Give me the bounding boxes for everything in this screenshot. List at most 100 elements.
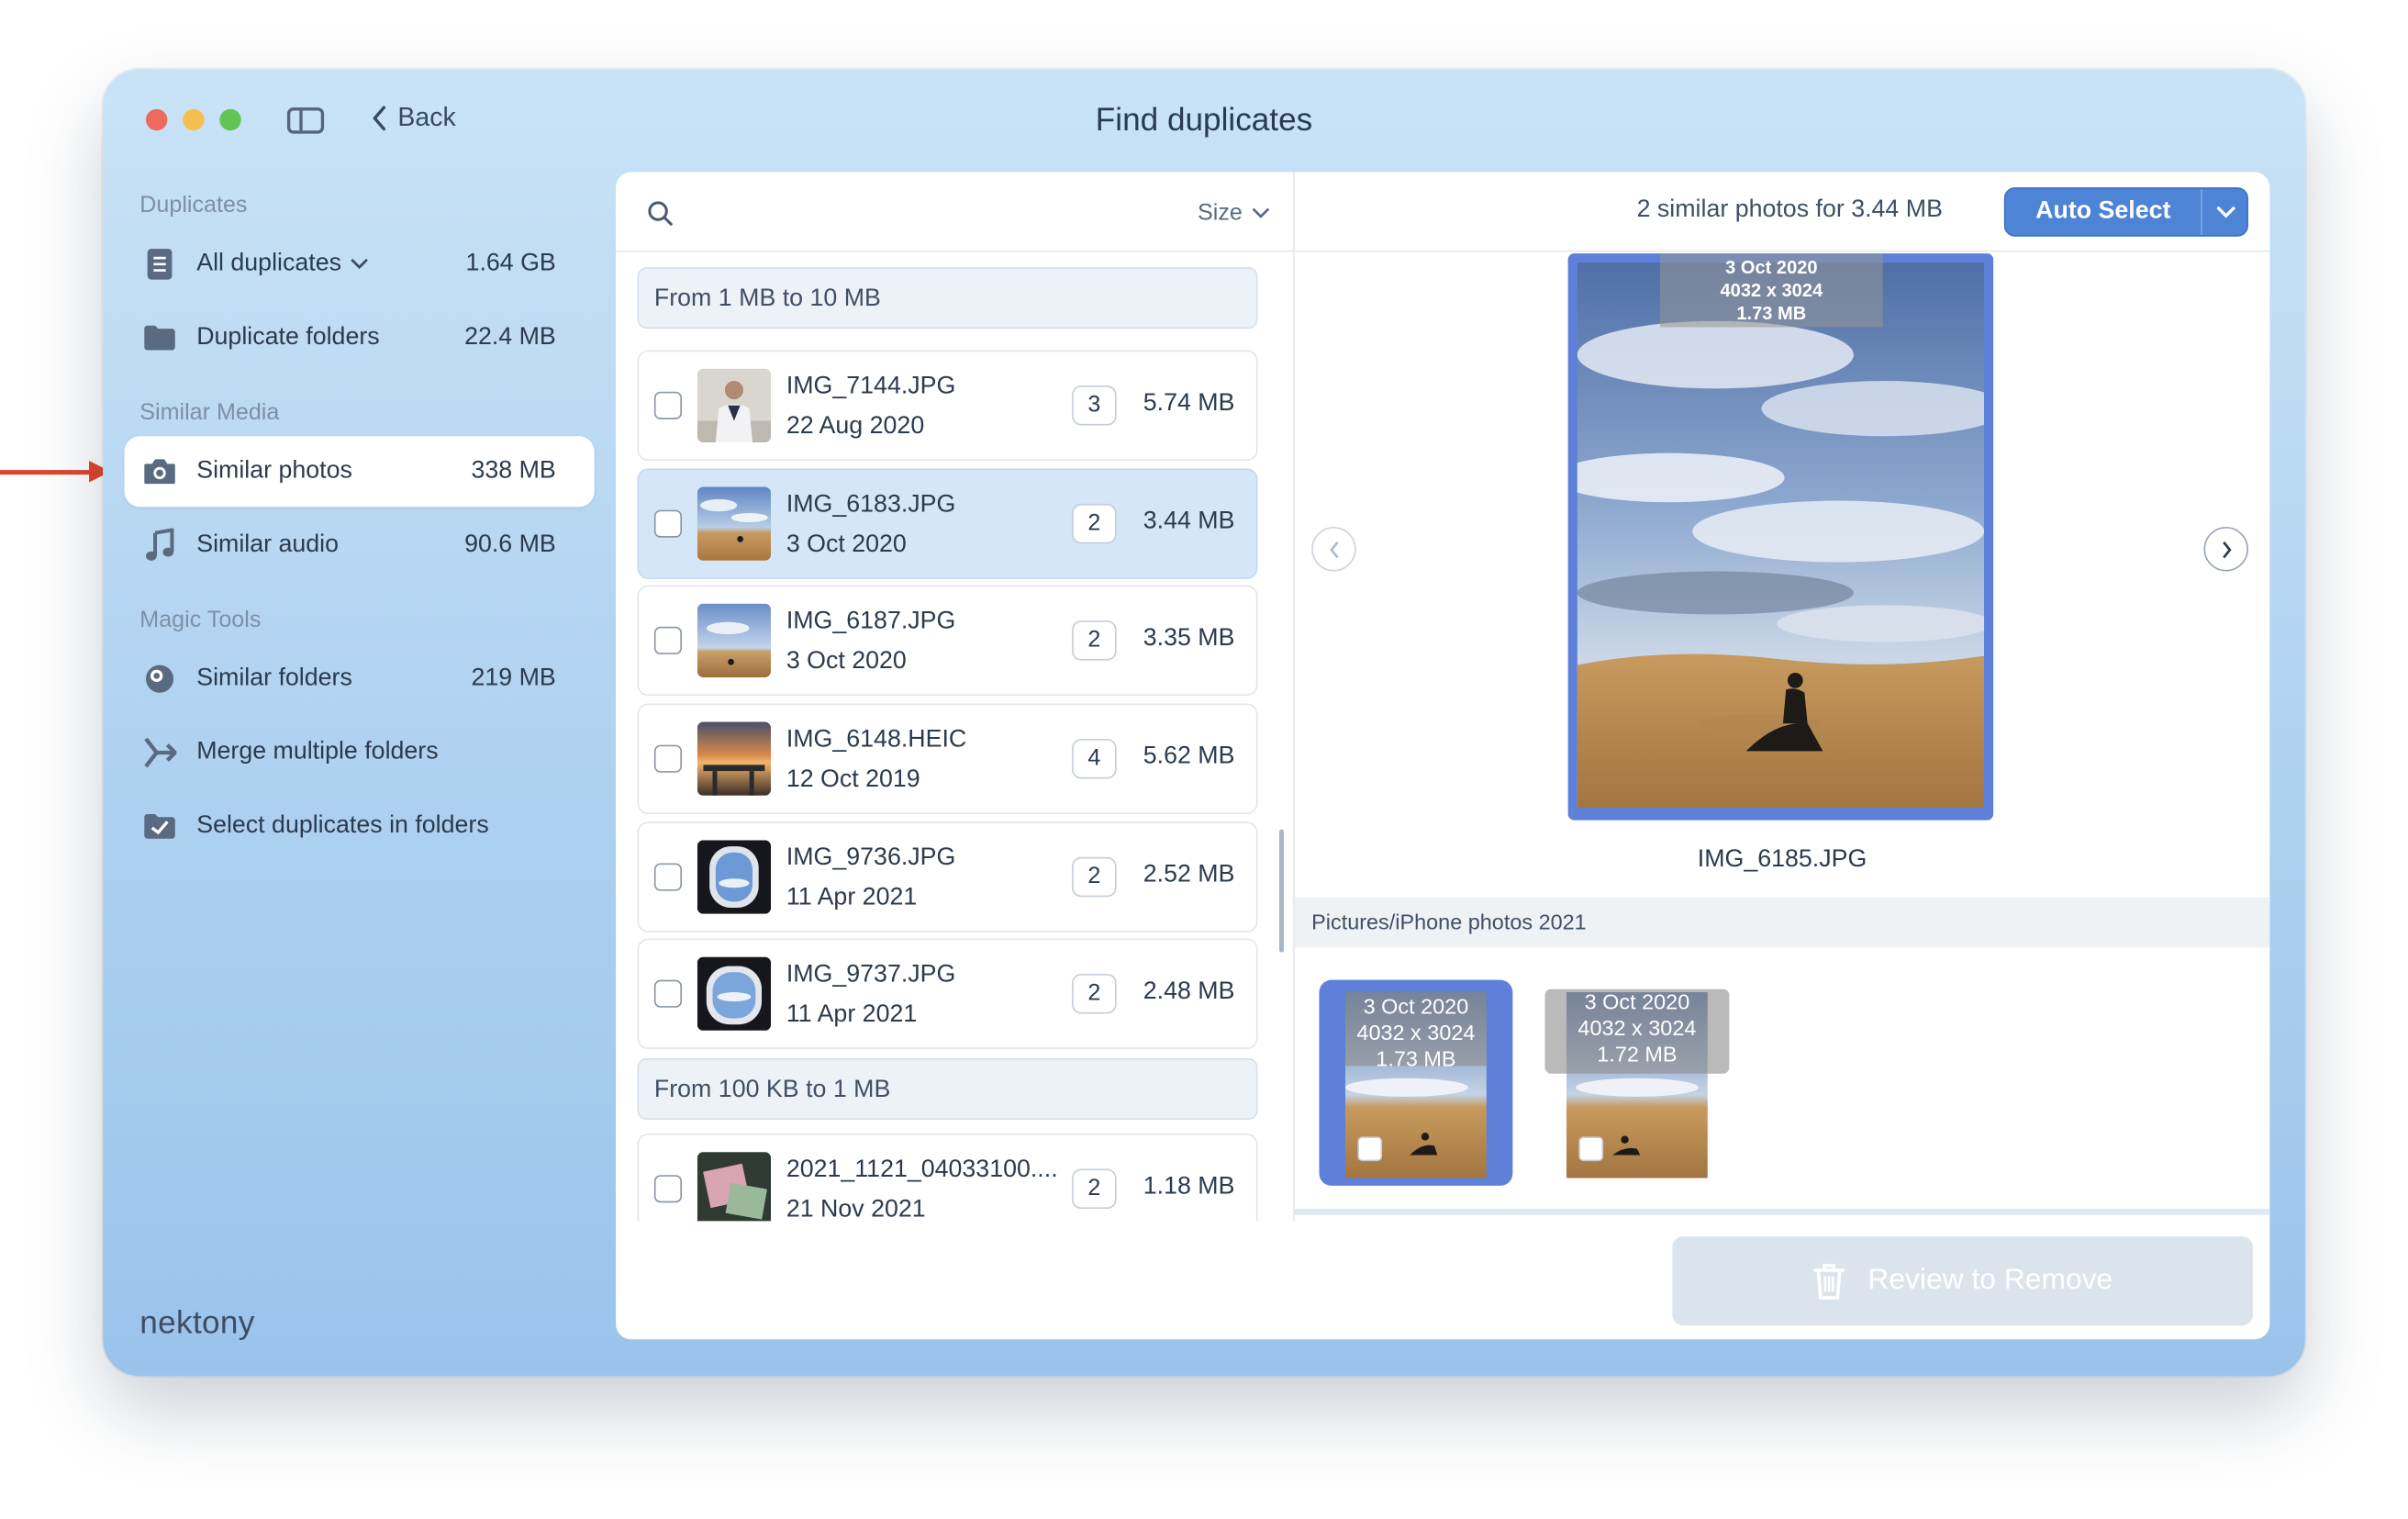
thumb-size: 1.72 MB	[1597, 1041, 1678, 1067]
detail-header: 2 similar photos for 3.44 MB Auto Select	[1294, 172, 2270, 252]
row-checkbox[interactable]	[653, 509, 683, 538]
sidebar-item-merge-folders[interactable]: Merge multiple folders	[125, 718, 595, 788]
photo-preview[interactable]: 3 Oct 2020 4032 x 3024 1.73 MB	[1567, 253, 1994, 821]
sidebar-item-duplicate-folders[interactable]: Duplicate folders 22.4 MB	[125, 303, 595, 374]
similar-summary: 2 similar photos for 3.44 MB	[1636, 196, 1943, 223]
list-item[interactable]: IMG_7144.JPG 22 Aug 2020 3 5.74 MB	[637, 350, 1258, 462]
photo-thumbnail	[697, 486, 772, 561]
sidebar-item-label: Similar photos	[196, 457, 352, 485]
chevron-down-icon[interactable]	[351, 258, 369, 270]
photo-thumbnail	[697, 1152, 772, 1222]
similar-photo-checkbox[interactable]	[1357, 1136, 1383, 1162]
list-item[interactable]: IMG_9737.JPG 11 Apr 2021 2 2.48 MB	[637, 938, 1258, 1049]
file-name: 2021_1121_04033100....	[786, 1156, 1058, 1183]
review-label: Review to Remove	[1867, 1264, 2113, 1297]
merge-icon	[143, 736, 177, 770]
file-date: 12 Oct 2019	[786, 766, 920, 793]
duplicate-count-badge: 2	[1072, 1168, 1117, 1210]
preview-info-overlay: 3 Oct 2020 4032 x 3024 1.73 MB	[1660, 253, 1883, 328]
auto-select-button[interactable]: Auto Select	[2003, 187, 2248, 237]
preview-date: 3 Oct 2020	[1725, 256, 1818, 278]
similar-photo-card[interactable]: 3 Oct 2020 4032 x 3024 1.72 MB	[1544, 988, 1739, 1195]
similar-photo-checkbox[interactable]	[1578, 1136, 1604, 1162]
chevron-left-icon	[1329, 541, 1338, 558]
thumb-date: 3 Oct 2020	[1584, 988, 1690, 1014]
photo-thumbnail	[697, 603, 772, 678]
file-size: 3.35 MB	[1143, 625, 1235, 652]
sort-label: Size	[1197, 199, 1243, 227]
similar-photo-card[interactable]: 3 Oct 2020 4032 x 3024 1.73 MB	[1319, 979, 1513, 1186]
row-checkbox[interactable]	[653, 744, 683, 773]
photo-thumbnail	[697, 956, 772, 1031]
list-scrollbar[interactable]	[1279, 829, 1285, 953]
sidebar-item-label: Merge multiple folders	[196, 738, 439, 765]
list-item[interactable]: IMG_6187.JPG 3 Oct 2020 2 3.35 MB	[637, 585, 1258, 697]
similar-photo-info: 3 Oct 2020 4032 x 3024 1.73 MB	[1344, 992, 1487, 1070]
list-header: Size	[616, 172, 1295, 252]
chevron-down-icon	[2215, 206, 2235, 218]
review-to-remove-button[interactable]: Review to Remove	[1672, 1236, 2253, 1326]
row-checkbox[interactable]	[653, 1175, 683, 1203]
music-note-icon	[143, 528, 177, 563]
thumb-dimensions: 4032 x 3024	[1577, 1015, 1697, 1040]
row-checkbox[interactable]	[653, 391, 683, 419]
section-title-duplicates: Duplicates	[139, 192, 248, 218]
sidebar-item-all-duplicates[interactable]: All duplicates 1.64 GB	[125, 229, 595, 299]
sidebar-item-size: 22.4 MB	[464, 324, 556, 351]
duplicate-count-badge: 2	[1072, 620, 1117, 661]
window-title: Find duplicates	[1095, 103, 1313, 139]
chevron-down-icon	[1252, 207, 1270, 218]
main-panel: Size From 1 MB to 10 MB IMG_7144.JPG 22 …	[616, 172, 2270, 1340]
photo-thumbnail	[697, 721, 772, 796]
detail-panel: 2 similar photos for 3.44 MB Auto Select	[1294, 172, 2270, 1221]
row-checkbox[interactable]	[653, 863, 683, 891]
list-item[interactable]: 2021_1121_04033100.... 21 Nov 2021 2 1.1…	[637, 1134, 1258, 1222]
sidebar-item-label: Similar folders	[196, 665, 352, 692]
preview-dimensions: 4032 x 3024	[1720, 279, 1823, 302]
sidebar-item-size: 338 MB	[471, 457, 556, 485]
preview-size: 1.73 MB	[1736, 302, 1807, 325]
sidebar-item-similar-photos[interactable]: Similar photos 338 MB	[124, 436, 595, 508]
list-item[interactable]: IMG_9736.JPG 11 Apr 2021 2 2.52 MB	[637, 821, 1258, 933]
similar-photo-info: 3 Oct 2020 4032 x 3024 1.72 MB	[1544, 988, 1730, 1074]
file-date: 3 Oct 2020	[786, 648, 907, 675]
group-header: From 1 MB to 10 MB	[637, 267, 1258, 329]
file-date: 3 Oct 2020	[786, 531, 907, 558]
sidebar-item-label: All duplicates	[196, 250, 341, 277]
row-checkbox[interactable]	[653, 626, 683, 654]
sidebar-item-label: Select duplicates in folders	[196, 812, 489, 839]
next-photo-button[interactable]	[2203, 527, 2248, 572]
sidebar-item-similar-folders[interactable]: Similar folders 219 MB	[125, 643, 595, 714]
list-item[interactable]: IMG_6148.HEIC 12 Oct 2019 4 5.62 MB	[637, 703, 1258, 814]
duplicate-count-badge: 3	[1072, 385, 1117, 426]
search-icon[interactable]	[647, 200, 674, 235]
auto-select-dropdown[interactable]	[2201, 188, 2246, 236]
sidebar-item-label: Duplicate folders	[196, 324, 380, 351]
list-item[interactable]: IMG_6183.JPG 3 Oct 2020 2 3.44 MB	[637, 468, 1258, 579]
sidebar-item-size: 1.64 GB	[465, 250, 556, 277]
file-date: 22 Aug 2020	[786, 413, 925, 440]
horizontal-scrollbar[interactable]	[1294, 1209, 2270, 1215]
file-date: 11 Apr 2021	[786, 884, 918, 911]
duplicates-list-panel: Size From 1 MB to 10 MB IMG_7144.JPG 22 …	[616, 172, 1295, 1222]
duplicate-count-badge: 2	[1072, 503, 1117, 544]
sidebar-item-size: 90.6 MB	[464, 531, 556, 558]
row-checkbox[interactable]	[653, 979, 683, 1008]
file-size: 5.74 MB	[1143, 390, 1235, 417]
group-header: From 100 KB to 1 MB	[637, 1058, 1258, 1120]
section-title-similar-media: Similar Media	[139, 399, 280, 426]
sidebar-item-select-duplicates-in-folders[interactable]: Select duplicates in folders	[125, 791, 595, 862]
file-size: 3.44 MB	[1143, 508, 1235, 535]
thumb-dimensions: 4032 x 3024	[1356, 1020, 1476, 1044]
sidebar-item-label: Similar audio	[196, 531, 339, 558]
camera-icon	[143, 454, 177, 488]
file-size: 5.62 MB	[1143, 743, 1235, 770]
sidebar-item-size: 219 MB	[471, 665, 556, 692]
sort-dropdown[interactable]: Size	[1198, 200, 1270, 226]
annotation-arrow	[0, 461, 111, 483]
preview-filename: IMG_6185.JPG	[1697, 846, 1867, 873]
section-title-magic-tools: Magic Tools	[139, 607, 262, 633]
sidebar-item-similar-audio[interactable]: Similar audio 90.6 MB	[125, 510, 595, 581]
previous-photo-button[interactable]	[1311, 527, 1356, 572]
file-list: From 1 MB to 10 MB IMG_7144.JPG 22 Aug 2…	[616, 251, 1295, 1222]
